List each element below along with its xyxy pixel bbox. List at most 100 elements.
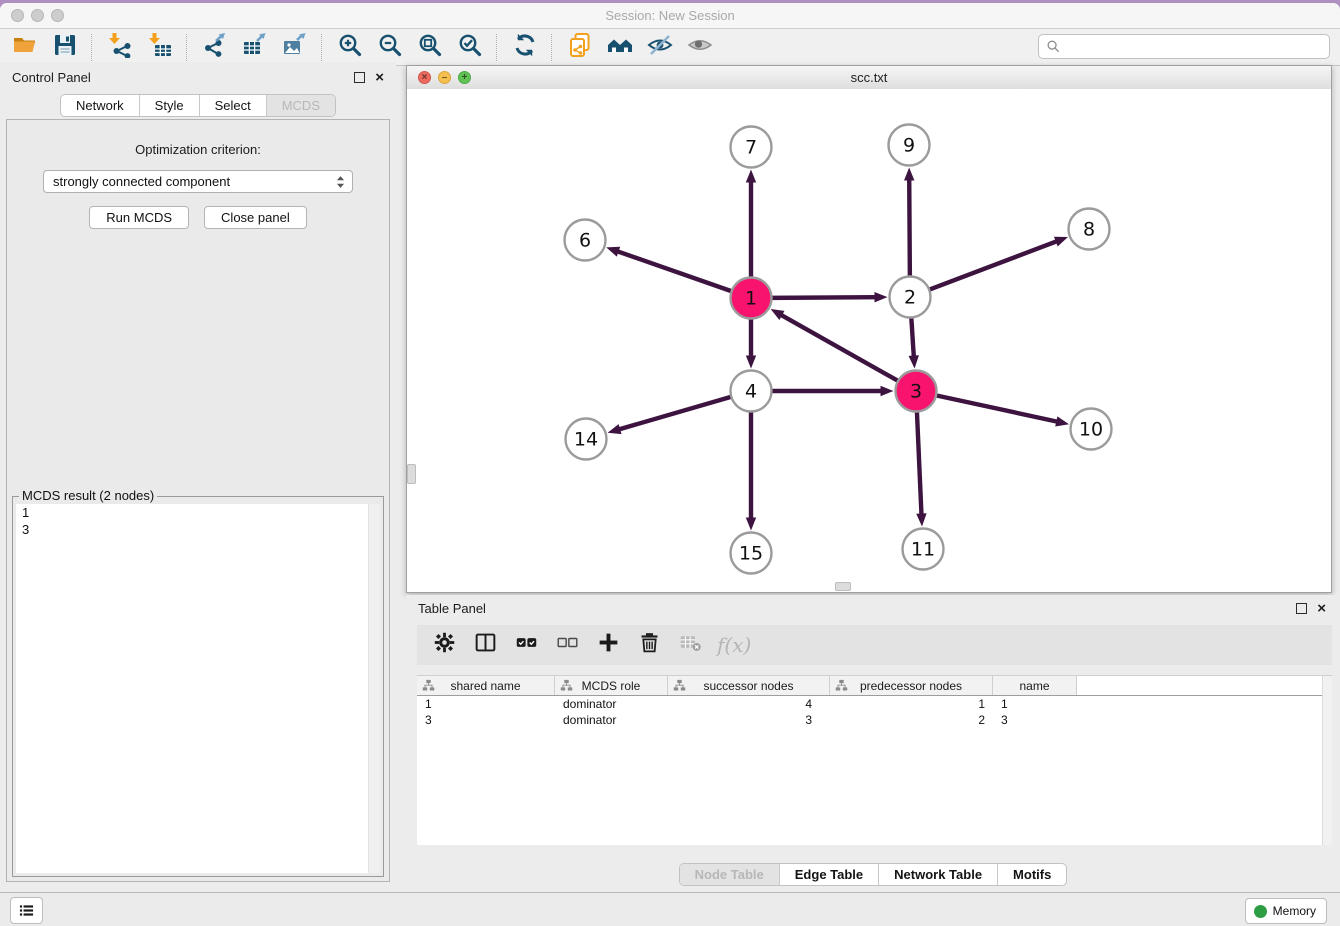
- select-all-button[interactable]: [512, 631, 540, 659]
- graph-edge-3-1[interactable]: [771, 309, 899, 381]
- svg-text:11: 11: [911, 539, 935, 561]
- result-scrollbar[interactable]: [368, 504, 380, 873]
- export-image-button[interactable]: [278, 32, 311, 63]
- column-label: name: [1019, 679, 1049, 693]
- zoom-out-button[interactable]: [373, 32, 406, 63]
- search-field[interactable]: [1038, 34, 1330, 59]
- tab-style[interactable]: Style: [139, 95, 199, 116]
- table-row[interactable]: 1dominator411: [417, 696, 1332, 712]
- hide-selected-button[interactable]: [643, 32, 676, 63]
- graph-node-1[interactable]: 1: [731, 278, 772, 319]
- zoom-in-button[interactable]: [333, 32, 366, 63]
- select-spinner-icon: [335, 173, 346, 191]
- graph-node-11[interactable]: 11: [903, 529, 944, 570]
- graph-edge-3-10[interactable]: [936, 395, 1069, 426]
- optimization-select[interactable]: strongly connected component: [43, 170, 353, 193]
- graph-edge-2-8[interactable]: [929, 237, 1068, 290]
- zoom-selected-button[interactable]: [453, 32, 486, 63]
- minimize-view-icon[interactable]: –: [438, 71, 451, 84]
- column-header-predecessor-nodes[interactable]: predecessor nodes: [830, 676, 993, 695]
- network-window-titlebar[interactable]: × – + scc.txt: [407, 66, 1331, 90]
- add-button[interactable]: [594, 631, 622, 659]
- graph-edge-1-6[interactable]: [606, 247, 731, 291]
- close-table-panel-icon[interactable]: ×: [1317, 603, 1326, 614]
- mcds-result-list[interactable]: 13: [16, 504, 380, 873]
- graph-node-6[interactable]: 6: [565, 220, 606, 261]
- graph-node-2[interactable]: 2: [890, 277, 931, 318]
- maximize-window-icon[interactable]: [51, 9, 64, 22]
- tab-motifs[interactable]: Motifs: [997, 864, 1066, 885]
- graph-edge-3-11[interactable]: [916, 411, 926, 526]
- clone-network-button[interactable]: [563, 32, 596, 63]
- search-input[interactable]: [1065, 38, 1329, 55]
- add-icon: [597, 631, 620, 659]
- tab-select[interactable]: Select: [199, 95, 266, 116]
- column-header-name[interactable]: name: [993, 676, 1077, 695]
- float-panel-icon[interactable]: [354, 72, 365, 83]
- svg-text:3: 3: [910, 381, 922, 403]
- first-neighbors-button[interactable]: [603, 32, 636, 63]
- graph-edge-2-3[interactable]: [909, 317, 919, 368]
- table-scrollbar[interactable]: [1322, 676, 1332, 845]
- export-table-button[interactable]: [238, 32, 271, 63]
- tab-mcds[interactable]: MCDS: [266, 95, 335, 116]
- tab-edge-table[interactable]: Edge Table: [779, 864, 878, 885]
- gear-button[interactable]: [430, 631, 458, 659]
- mcds-result-title: MCDS result (2 nodes): [19, 488, 157, 503]
- zoom-fit-button[interactable]: [413, 32, 446, 63]
- graph-node-3[interactable]: 3: [896, 371, 937, 412]
- graph-edge-2-9[interactable]: [904, 167, 914, 276]
- open-session-button[interactable]: [8, 32, 41, 63]
- task-history-button[interactable]: [10, 897, 43, 924]
- tab-network-table[interactable]: Network Table: [878, 864, 997, 885]
- graph-node-10[interactable]: 10: [1071, 409, 1112, 450]
- import-table-button[interactable]: [143, 32, 176, 63]
- close-window-icon[interactable]: [11, 9, 24, 22]
- save-session-button[interactable]: [48, 32, 81, 63]
- graph-node-9[interactable]: 9: [889, 125, 930, 166]
- maximize-view-icon[interactable]: +: [458, 71, 471, 84]
- graph-edge-1-7[interactable]: [746, 170, 756, 278]
- deselect-all-button[interactable]: [553, 631, 581, 659]
- run-mcds-button[interactable]: Run MCDS: [89, 206, 189, 229]
- column-header-MCDS-role[interactable]: MCDS role: [555, 676, 668, 695]
- canvas-hscroll-thumb[interactable]: [835, 582, 851, 591]
- graph-node-8[interactable]: 8: [1069, 209, 1110, 250]
- result-line: 3: [16, 521, 380, 538]
- graph-node-14[interactable]: 14: [566, 419, 607, 460]
- svg-text:14: 14: [574, 429, 598, 451]
- close-panel-icon[interactable]: ×: [375, 72, 384, 83]
- trash-button[interactable]: [635, 631, 663, 659]
- gear-icon: [433, 631, 456, 659]
- close-panel-button[interactable]: Close panel: [204, 206, 307, 229]
- graph-node-15[interactable]: 15: [731, 533, 772, 574]
- minimize-window-icon[interactable]: [31, 9, 44, 22]
- memory-button[interactable]: Memory: [1245, 898, 1327, 924]
- export-network-button[interactable]: [198, 32, 231, 63]
- optimization-label: Optimization criterion:: [7, 142, 389, 157]
- zoom-selected-icon: [457, 32, 483, 63]
- graph-edge-1-4[interactable]: [746, 319, 756, 369]
- toolbar-group: [333, 32, 486, 63]
- graph-node-7[interactable]: 7: [731, 127, 772, 168]
- table-row[interactable]: 3dominator323: [417, 712, 1332, 728]
- close-view-icon[interactable]: ×: [418, 71, 431, 84]
- graph-node-4[interactable]: 4: [731, 371, 772, 412]
- mcds-result-box: MCDS result (2 nodes) 13: [12, 496, 384, 877]
- network-graph[interactable]: 7 9 6 8 1 2 4 3 14 10 15 11: [407, 89, 1331, 592]
- tab-network[interactable]: Network: [61, 95, 139, 116]
- graph-edge-4-15[interactable]: [746, 412, 756, 531]
- node-table[interactable]: shared nameMCDS rolesuccessor nodesprede…: [417, 675, 1332, 845]
- graph-edge-4-3[interactable]: [772, 386, 894, 396]
- refresh-layout-button[interactable]: [508, 32, 541, 63]
- column-header-successor-nodes[interactable]: successor nodes: [668, 676, 830, 695]
- tab-node-table[interactable]: Node Table: [680, 864, 779, 885]
- column-header-shared-name[interactable]: shared name: [417, 676, 555, 695]
- graph-edge-1-2[interactable]: [771, 292, 887, 302]
- import-network-button[interactable]: [103, 32, 136, 63]
- canvas-vscroll-thumb[interactable]: [407, 464, 416, 484]
- network-canvas[interactable]: 7 9 6 8 1 2 4 3 14 10 15 11: [407, 89, 1331, 592]
- float-table-panel-icon[interactable]: [1296, 603, 1307, 614]
- graph-edge-4-14[interactable]: [608, 397, 732, 434]
- columns-button[interactable]: [471, 631, 499, 659]
